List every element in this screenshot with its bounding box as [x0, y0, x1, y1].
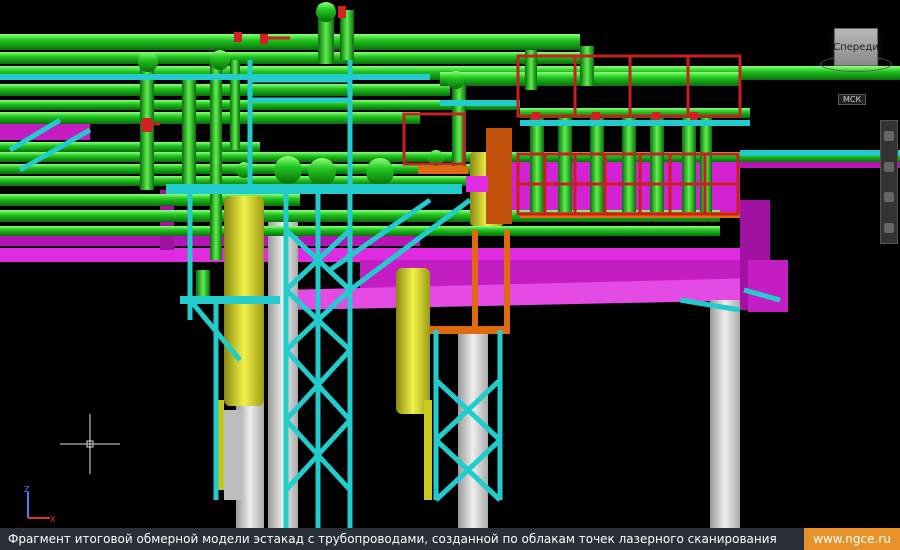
- zoom-icon[interactable]: [884, 161, 894, 172]
- z-axis-label: Z: [24, 485, 30, 494]
- x-axis-label: X: [50, 515, 56, 524]
- crosshair-cursor: [60, 414, 120, 474]
- pan-icon[interactable]: [884, 131, 894, 142]
- caption-bar: Фрагмент итоговой обмерной модели эстака…: [0, 528, 900, 550]
- viewcube-label: Спереди: [833, 41, 879, 53]
- junction-box: [466, 176, 488, 192]
- ucs-axes-icon: Z X: [24, 485, 56, 524]
- viewcube[interactable]: Спереди: [833, 28, 879, 66]
- model-viewport[interactable]: Спереди МСК Z X: [0, 0, 900, 528]
- navigation-bar: [880, 120, 898, 244]
- caption-text: Фрагмент итоговой обмерной модели эстака…: [0, 528, 804, 550]
- showmotion-icon[interactable]: [884, 222, 894, 233]
- orbit-icon[interactable]: [884, 192, 894, 203]
- pipe-rack-3d-model: [0, 2, 900, 528]
- site-link[interactable]: www.ngce.ru: [804, 528, 900, 550]
- ucs-menu[interactable]: МСК: [838, 94, 867, 105]
